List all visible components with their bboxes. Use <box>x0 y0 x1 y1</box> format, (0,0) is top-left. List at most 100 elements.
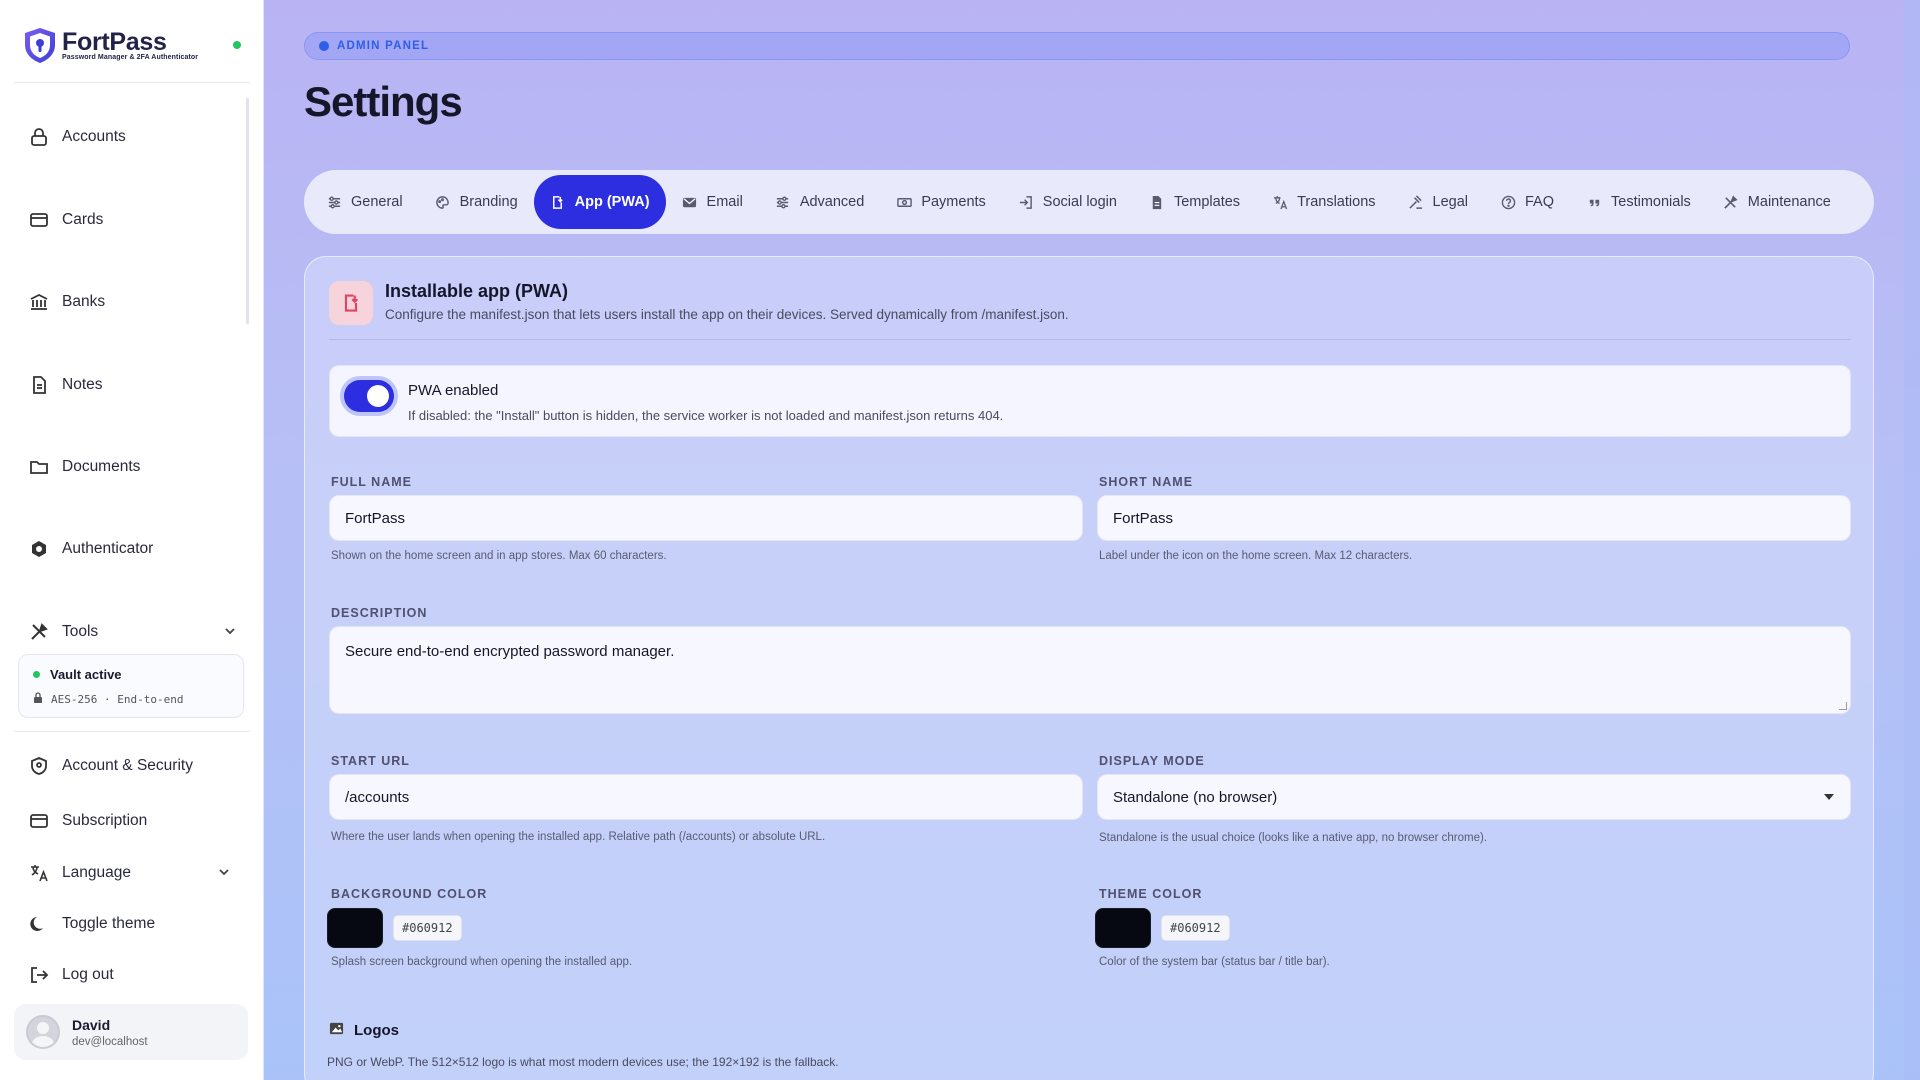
tab-email[interactable]: Email <box>666 175 759 229</box>
sidebar-item-accounts[interactable]: Accounts <box>28 125 126 149</box>
sidebar-item-notes[interactable]: Notes <box>28 373 103 397</box>
tab-label: Maintenance <box>1747 194 1831 210</box>
translate-icon <box>28 862 50 884</box>
folder-icon <box>28 456 50 478</box>
status-dot <box>33 671 40 678</box>
sidebar-item-subscription[interactable]: Subscription <box>28 809 147 833</box>
admin-panel-badge: ADMIN PANEL <box>304 32 1850 60</box>
sidebar-item-account-security[interactable]: Account & Security <box>28 754 193 778</box>
tab-maintenance[interactable]: Maintenance <box>1707 175 1847 229</box>
sidebar-item-label: Tools <box>62 623 99 640</box>
pwa-toggle-card: PWA enabled If disabled: the "Install" b… <box>329 365 1851 437</box>
tab-payments[interactable]: Payments <box>880 175 1001 229</box>
mail-icon <box>682 194 698 210</box>
tab-social-login[interactable]: Social login <box>1002 175 1133 229</box>
toggle-theme-button[interactable]: Toggle theme <box>28 912 155 936</box>
pwa-enabled-toggle[interactable] <box>344 380 394 412</box>
sidebar-item-tools[interactable]: Tools <box>28 620 236 644</box>
card-icon <box>28 810 50 832</box>
vault-status-card: Vault active AES-256 · End-to-end <box>18 654 244 718</box>
sidebar-item-label: Log out <box>62 966 114 983</box>
sidebar-item-label: Banks <box>62 293 106 310</box>
background-color-hint: Splash screen background when opening th… <box>331 956 633 968</box>
sidebar-item-cards[interactable]: Cards <box>28 208 103 232</box>
brand-logo[interactable]: FortPass Password Manager & 2FA Authenti… <box>22 26 198 64</box>
sidebar-item-label: Subscription <box>62 812 148 829</box>
tab-testimonials[interactable]: Testimonials <box>1570 175 1707 229</box>
sidebar-item-documents[interactable]: Documents <box>28 455 140 479</box>
start-url-input[interactable]: /accounts <box>329 774 1083 820</box>
sidebar-item-label: Toggle theme <box>62 915 156 932</box>
theme-color-label: THEME COLOR <box>1099 887 1203 901</box>
user-profile-card[interactable]: David dev@localhost <box>14 1004 248 1060</box>
section-title: Installable app (PWA) <box>385 281 569 301</box>
app-install-icon <box>329 281 373 325</box>
tab-advanced[interactable]: Advanced <box>759 175 881 229</box>
badge-dot <box>319 41 329 51</box>
sidebar-item-label: Account & Security <box>62 757 193 774</box>
image-icon <box>329 1021 344 1040</box>
theme-color-hex[interactable]: #060912 <box>1161 915 1230 941</box>
pwa-enabled-label: PWA enabled <box>408 382 499 399</box>
chevron-down-icon[interactable] <box>218 866 230 881</box>
moon-icon <box>28 913 50 935</box>
background-color-hex[interactable]: #060912 <box>393 915 462 941</box>
tab-label: General <box>351 194 403 210</box>
start-url-label: START URL <box>331 754 410 768</box>
background-color-swatch[interactable] <box>327 908 383 948</box>
shield-icon <box>28 755 50 777</box>
note-icon <box>28 374 50 396</box>
tab-label: FAQ <box>1525 194 1555 210</box>
sidebar-item-label: Authenticator <box>62 540 154 557</box>
resize-handle[interactable] <box>1839 702 1847 710</box>
section-description: Configure the manifest.json that lets us… <box>385 307 1069 322</box>
sidebar-item-banks[interactable]: Banks <box>28 290 105 314</box>
pwa-settings-panel: Installable app (PWA) Configure the mani… <box>304 256 1874 1080</box>
sidebar-item-language[interactable]: Language <box>28 861 230 885</box>
logout-button[interactable]: Log out <box>28 963 114 987</box>
sidebar-item-label: Cards <box>62 211 104 228</box>
full-name-label: FULL NAME <box>331 475 412 489</box>
pwa-enabled-hint: If disabled: the "Install" button is hid… <box>408 408 1004 423</box>
translate-icon <box>1272 194 1288 210</box>
short-name-input[interactable]: FortPass <box>1097 495 1851 541</box>
logout-icon <box>28 964 50 986</box>
description-textarea[interactable]: Secure end-to-end encrypted password man… <box>329 626 1851 714</box>
full-name-input[interactable]: FortPass <box>329 495 1083 541</box>
display-mode-value: Standalone (no browser) <box>1113 788 1278 806</box>
tab-legal[interactable]: Legal <box>1392 175 1484 229</box>
login-icon <box>1018 194 1034 210</box>
lock-bag-icon <box>28 126 50 148</box>
description-value: Secure end-to-end encrypted password man… <box>345 643 675 660</box>
page-scrollbar[interactable] <box>1904 0 1920 1080</box>
tab-branding[interactable]: Branding <box>419 175 534 229</box>
avatar <box>26 1015 60 1049</box>
sidebar-item-authenticator[interactable]: Authenticator <box>28 537 153 561</box>
tab-app-pwa[interactable]: App (PWA) <box>533 175 666 229</box>
background-color-label: BACKGROUND COLOR <box>331 887 488 901</box>
tab-faq[interactable]: FAQ <box>1484 175 1570 229</box>
shield-logo-icon <box>25 28 55 63</box>
tab-general[interactable]: General <box>310 175 419 229</box>
sidebar-item-label: Notes <box>62 376 103 393</box>
chevron-down-icon <box>1824 794 1834 800</box>
display-mode-hint: Standalone is the usual choice (looks li… <box>1099 832 1488 844</box>
chevron-down-icon[interactable] <box>224 625 236 640</box>
tab-label: Templates <box>1173 194 1241 210</box>
bank-icon <box>28 291 50 313</box>
divider <box>14 731 250 732</box>
sidebar-item-label: Language <box>62 864 131 881</box>
tab-translations[interactable]: Translations <box>1256 175 1391 229</box>
sidebar-item-label: Accounts <box>62 128 126 145</box>
theme-color-hint: Color of the system bar (status bar / ti… <box>1099 956 1330 968</box>
display-mode-select[interactable]: Standalone (no browser) <box>1097 774 1851 820</box>
tab-templates[interactable]: Templates <box>1133 175 1256 229</box>
logos-heading: Logos <box>329 1021 399 1040</box>
page-title: Settings <box>304 78 463 125</box>
theme-color-swatch[interactable] <box>1095 908 1151 948</box>
sidebar-scrollbar[interactable] <box>246 98 249 324</box>
divider <box>329 339 1851 340</box>
card-icon <box>28 209 50 231</box>
lock-icon <box>33 692 43 706</box>
quote-icon <box>1586 194 1602 210</box>
